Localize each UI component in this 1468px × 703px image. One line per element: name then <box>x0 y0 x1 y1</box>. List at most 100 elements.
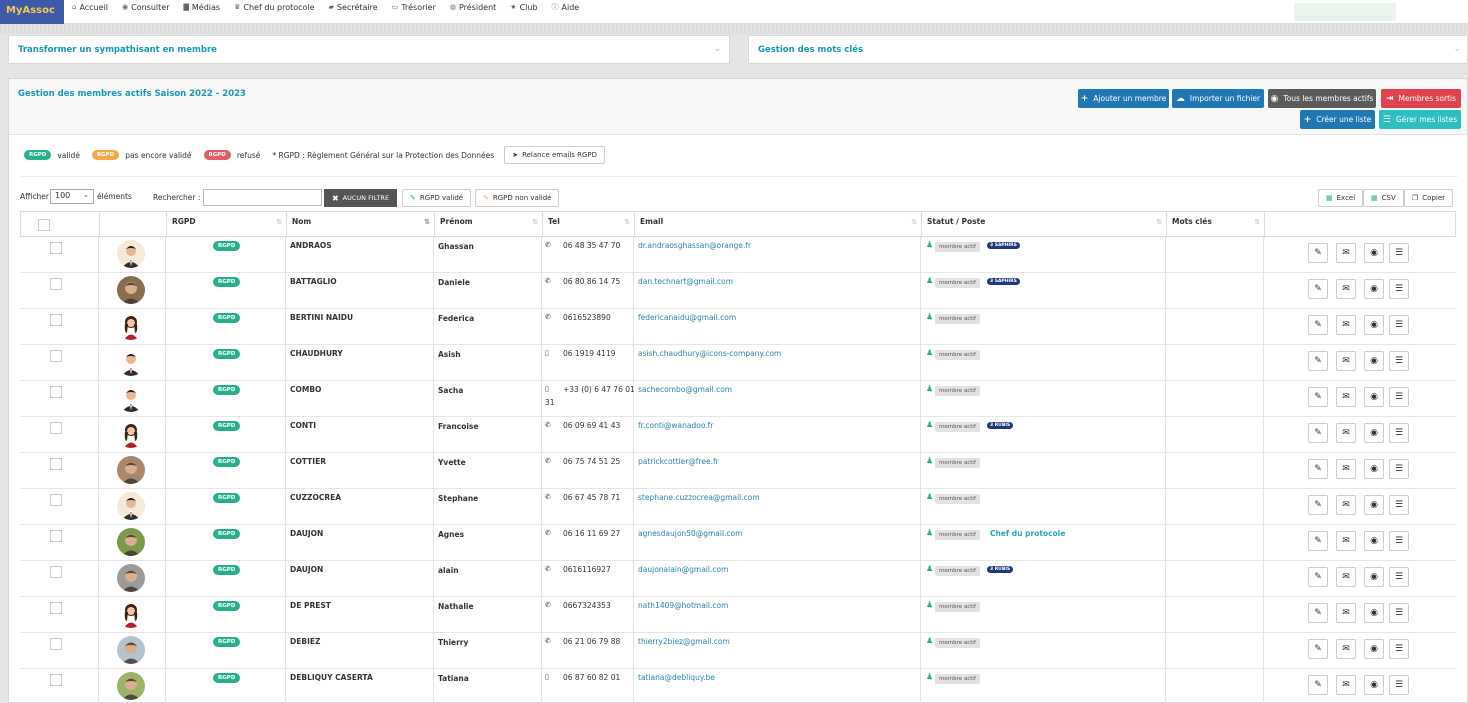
row-action-edit[interactable]: ✎ <box>1308 387 1328 407</box>
keywords-panel[interactable]: Gestion des mots clés ⌄ <box>748 35 1468 64</box>
row-action-eye[interactable]: ◉ <box>1364 243 1384 263</box>
nav-item-club[interactable]: ★ Club <box>510 3 537 12</box>
row-action-eye[interactable]: ◉ <box>1364 387 1384 407</box>
member-email[interactable]: thierry2biez@gmail.com <box>638 637 730 646</box>
row-action-eye[interactable]: ◉ <box>1364 495 1384 515</box>
row-action-mail[interactable]: ✉ <box>1336 243 1356 263</box>
row-action-mail[interactable]: ✉ <box>1336 351 1356 371</box>
row-action-eye[interactable]: ◉ <box>1364 459 1384 479</box>
transform-panel[interactable]: Transformer un sympathisant en membre ⌄ <box>8 35 730 64</box>
row-checkbox[interactable] <box>50 314 62 326</box>
table-row[interactable]: RGPD CUZZOCREA Stephane ✆ 06 67 45 78 71 step… <box>20 489 1456 525</box>
header-rgpd[interactable]: RGPD ⇅ <box>166 212 286 238</box>
row-checkbox[interactable] <box>50 638 62 650</box>
header-prenom[interactable]: Prénom ⇅ <box>434 212 542 238</box>
nav-item-consulter[interactable]: ◉ Consulter <box>122 3 169 12</box>
excel-button[interactable]: ▦ Excel <box>1318 189 1364 207</box>
row-action-list[interactable]: ☰ <box>1389 387 1409 407</box>
table-row[interactable]: RGPD BERTINI NAIDU Federica ✆ 0616523890 fede… <box>20 309 1456 345</box>
relaunch-rgpd-button[interactable]: ➤ Relance emails RGPD <box>504 146 606 164</box>
table-row[interactable]: RGPD DEBLIQUY CASERTA Tatiana ▯ 06 87 60 82 … <box>20 669 1456 703</box>
page-size-select[interactable]: 100 ⌄ <box>50 189 94 204</box>
header-nom[interactable]: Nom ⇅ <box>286 212 434 238</box>
row-action-eye[interactable]: ◉ <box>1364 351 1384 371</box>
member-email[interactable]: dan.technart@gmail.com <box>638 277 733 286</box>
member-email[interactable]: agnesdaujon50@gmail.com <box>638 529 742 538</box>
row-checkbox[interactable] <box>50 242 62 254</box>
members-out-button[interactable]: ⇥ Membres sortis <box>1381 89 1461 108</box>
row-action-mail[interactable]: ✉ <box>1336 315 1356 335</box>
no-filter-button[interactable]: ✖ AUCUN FILTRE <box>324 189 397 207</box>
row-action-edit[interactable]: ✎ <box>1308 243 1328 263</box>
member-email[interactable]: federicanaidu@gmail.com <box>638 313 736 322</box>
row-checkbox[interactable] <box>50 602 62 614</box>
rgpd-valid-filter-button[interactable]: ✎ RGPD validé <box>402 189 472 207</box>
row-action-mail[interactable]: ✉ <box>1336 531 1356 551</box>
table-row[interactable]: RGPD DAUJON Agnes ✆ 06 16 11 69 27 agnesdaujo… <box>20 525 1456 561</box>
import-file-button[interactable]: ☁ Importer un fichier <box>1172 89 1264 108</box>
row-action-eye[interactable]: ◉ <box>1364 315 1384 335</box>
member-email[interactable]: daujonalain@gmail.com <box>638 565 728 574</box>
row-action-list[interactable]: ☰ <box>1389 279 1409 299</box>
row-action-mail[interactable]: ✉ <box>1336 387 1356 407</box>
row-checkbox[interactable] <box>50 566 62 578</box>
header-email[interactable]: Email ⇅ <box>634 212 921 238</box>
row-action-list[interactable]: ☰ <box>1389 459 1409 479</box>
row-action-edit[interactable]: ✎ <box>1308 567 1328 587</box>
row-action-mail[interactable]: ✉ <box>1336 675 1356 695</box>
header-mots-cles[interactable]: Mots clés ⇅ <box>1166 212 1264 238</box>
nav-item-m-dias[interactable]: ▇ Médias <box>184 3 221 12</box>
csv-button[interactable]: ▦ CSV <box>1363 189 1404 207</box>
row-action-eye[interactable]: ◉ <box>1364 603 1384 623</box>
member-email[interactable]: patrickcottier@free.fr <box>638 457 719 466</box>
row-action-edit[interactable]: ✎ <box>1308 495 1328 515</box>
row-action-list[interactable]: ☰ <box>1389 351 1409 371</box>
table-row[interactable]: RGPD DE PREST Nathalie ✆ 0667324353 nath1409@… <box>20 597 1456 633</box>
row-action-eye[interactable]: ◉ <box>1364 531 1384 551</box>
create-list-button[interactable]: + Créer une liste <box>1300 110 1375 129</box>
member-email[interactable]: sachecombo@gmail.com <box>638 385 732 394</box>
member-email[interactable]: fr.conti@wanadoo.fr <box>638 421 713 430</box>
nav-item-pr-sident[interactable]: ◍ Président <box>450 3 496 12</box>
row-action-edit[interactable]: ✎ <box>1308 459 1328 479</box>
member-email[interactable]: nath1409@hotmail.com <box>638 601 728 610</box>
nav-item-chef-du-protocole[interactable]: ♛ Chef du protocole <box>234 3 314 12</box>
table-row[interactable]: RGPD CONTI Francoise ✆ 06 09 69 41 43 fr.cont… <box>20 417 1456 453</box>
row-action-mail[interactable]: ✉ <box>1336 495 1356 515</box>
row-action-mail[interactable]: ✉ <box>1336 603 1356 623</box>
row-action-list[interactable]: ☰ <box>1389 495 1409 515</box>
table-row[interactable]: RGPD COTTIER Yvette ✆ 06 75 74 51 25 patrickc… <box>20 453 1456 489</box>
member-email[interactable]: dr.andraosghassan@orange.fr <box>638 241 751 250</box>
row-action-mail[interactable]: ✉ <box>1336 423 1356 443</box>
app-logo[interactable]: MyAssoc <box>0 0 64 24</box>
row-action-edit[interactable]: ✎ <box>1308 423 1328 443</box>
chevron-down-icon[interactable]: ⌄ <box>713 44 721 54</box>
row-action-list[interactable]: ☰ <box>1389 639 1409 659</box>
table-row[interactable]: RGPD COMBO Sacha ▯ +33 (0) 6 47 76 01 31 sache… <box>20 381 1456 417</box>
table-row[interactable]: RGPD CHAUDHURY Asish ▯ 06 1919 4119 asish.cha… <box>20 345 1456 381</box>
row-action-edit[interactable]: ✎ <box>1308 351 1328 371</box>
nav-item-tr-sorier[interactable]: ▭ Trésorier <box>392 3 436 12</box>
row-checkbox[interactable] <box>50 458 62 470</box>
chevron-down-icon[interactable]: ⌄ <box>1453 44 1461 54</box>
manage-lists-button[interactable]: ☰ Gérer mes listes <box>1379 110 1461 129</box>
search-input[interactable] <box>203 189 322 206</box>
table-row[interactable]: RGPD DEBIEZ Thierry ✆ 06 21 06 79 88 thierry2… <box>20 633 1456 669</box>
add-member-button[interactable]: + Ajouter un membre <box>1078 89 1169 108</box>
row-action-list[interactable]: ☰ <box>1389 675 1409 695</box>
row-action-edit[interactable]: ✎ <box>1308 531 1328 551</box>
row-action-edit[interactable]: ✎ <box>1308 675 1328 695</box>
copy-button[interactable]: ❐ Copier <box>1404 189 1454 207</box>
table-row[interactable]: RGPD BATTAGLIO Daniele ✆ 06 80 86 14 75 dan.t… <box>20 273 1456 309</box>
row-action-mail[interactable]: ✉ <box>1336 567 1356 587</box>
nav-item-accueil[interactable]: ⌂ Accueil <box>72 3 108 12</box>
member-email[interactable]: stephane.cuzzocrea@gmail.com <box>638 493 760 502</box>
row-action-edit[interactable]: ✎ <box>1308 315 1328 335</box>
row-action-list[interactable]: ☰ <box>1389 603 1409 623</box>
row-checkbox[interactable] <box>50 674 62 686</box>
row-checkbox[interactable] <box>50 278 62 290</box>
row-action-eye[interactable]: ◉ <box>1364 279 1384 299</box>
row-action-mail[interactable]: ✉ <box>1336 279 1356 299</box>
row-action-eye[interactable]: ◉ <box>1364 675 1384 695</box>
row-action-list[interactable]: ☰ <box>1389 567 1409 587</box>
